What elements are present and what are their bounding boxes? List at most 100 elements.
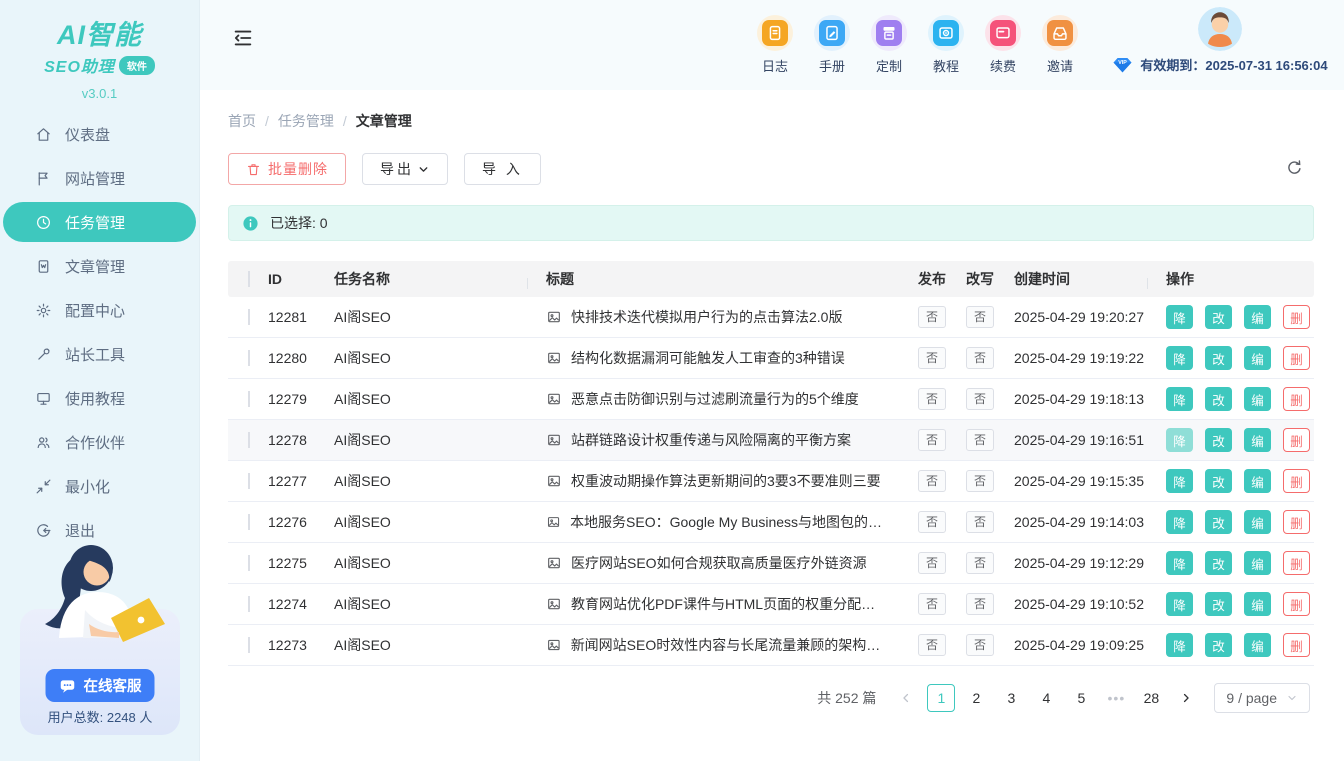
row-checkbox[interactable] [248,637,250,653]
demote-button[interactable]: 降 [1166,592,1193,616]
delete-button[interactable]: 删 [1283,592,1310,616]
pagination-prev-icon[interactable] [892,684,920,712]
demote-button[interactable]: 降 [1166,469,1193,493]
article-title[interactable]: 权重波动期操作算法更新期间的3要3不要准则三要 [571,471,881,491]
quicklink-manual[interactable]: 手册 [809,15,855,75]
sidebar-collapse-icon[interactable] [232,27,254,52]
sidebar-item-minimize[interactable]: 最小化 [3,466,196,506]
delete-button[interactable]: 删 [1283,305,1310,329]
row-checkbox[interactable] [248,432,250,448]
avatar[interactable] [1198,7,1242,51]
delete-button[interactable]: 删 [1283,510,1310,534]
cell-publish: 否 [910,429,958,451]
demote-button[interactable]: 降 [1166,633,1193,657]
online-service-button[interactable]: 在线客服 [46,669,155,702]
quicklink-invite[interactable]: 邀请 [1037,15,1083,75]
demote-button[interactable]: 降 [1166,346,1193,370]
breadcrumb-separator: / [343,113,347,129]
export-button[interactable]: 导出 [362,153,448,185]
pagination-page-2[interactable]: 2 [962,684,990,712]
row-checkbox[interactable] [248,350,250,366]
sidebar-item-articles[interactable]: 文章管理 [3,246,196,286]
breadcrumb-item-1[interactable]: 首页 [228,111,256,131]
demote-button[interactable]: 降 [1166,510,1193,534]
rewrite-button[interactable]: 改 [1205,592,1232,616]
refresh-icon[interactable] [1285,158,1304,180]
logo-line1: AI智能 [0,13,199,52]
delete-button[interactable]: 删 [1283,469,1310,493]
row-checkbox[interactable] [248,473,250,489]
batch-delete-button[interactable]: 批量删除 [228,153,346,185]
demote-button[interactable]: 降 [1166,387,1193,411]
demote-button[interactable]: 降 [1166,428,1193,452]
row-checkbox[interactable] [248,596,250,612]
demote-button[interactable]: 降 [1166,305,1193,329]
sidebar-item-tutorial[interactable]: 使用教程 [3,378,196,418]
sidebar-item-config[interactable]: 配置中心 [3,290,196,330]
rewrite-button[interactable]: 改 [1205,387,1232,411]
row-checkbox[interactable] [248,555,250,571]
edit-button[interactable]: 编 [1244,510,1271,534]
cell-id: 12275 [260,555,326,571]
article-title[interactable]: 结构化数据漏洞可能触发人工审查的3种错误 [571,348,845,368]
rewrite-button[interactable]: 改 [1205,633,1232,657]
edit-button[interactable]: 编 [1244,592,1271,616]
rewrite-button[interactable]: 改 [1205,346,1232,370]
article-title[interactable]: 快排技术迭代模拟用户行为的点击算法2.0版 [571,307,842,327]
rewrite-button[interactable]: 改 [1205,428,1232,452]
delete-button[interactable]: 删 [1283,346,1310,370]
pagination-page-3[interactable]: 3 [997,684,1025,712]
cell-operations: 降改编删 [1158,428,1314,452]
quicklink-log[interactable]: 日志 [752,15,798,75]
import-button[interactable]: 导 入 [464,153,541,185]
pagination-page-28[interactable]: 28 [1137,684,1165,712]
demote-button[interactable]: 降 [1166,551,1193,575]
quicklink-custom[interactable]: 定制 [866,15,912,75]
article-title[interactable]: 站群链路设计权重传递与风险隔离的平衡方案 [571,430,851,450]
pagination-page-5[interactable]: 5 [1067,684,1095,712]
select-all-checkbox[interactable] [248,271,250,287]
row-checkbox[interactable] [248,391,250,407]
sidebar-item-label: 仪表盘 [65,124,110,145]
edit-button[interactable]: 编 [1244,633,1271,657]
pagination-next-icon[interactable] [1172,684,1200,712]
delete-button[interactable]: 删 [1283,551,1310,575]
article-title[interactable]: 新闻网站SEO时效性内容与长尾流量兼顾的架构设计 [571,635,888,655]
sidebar-item-label: 网站管理 [65,168,125,189]
edit-button[interactable]: 编 [1244,387,1271,411]
edit-button[interactable]: 编 [1244,428,1271,452]
delete-button[interactable]: 删 [1283,428,1310,452]
sidebar-item-tools[interactable]: 站长工具 [3,334,196,374]
article-title[interactable]: 教育网站优化PDF课件与HTML页面的权重分配策略 [571,594,888,614]
vip-line: VIP 有效期到：2025-07-31 16:56:04 [1107,55,1332,74]
sidebar-item-partners[interactable]: 合作伙伴 [3,422,196,462]
rewrite-button[interactable]: 改 [1205,305,1232,329]
row-checkbox[interactable] [248,514,250,530]
edit-button[interactable]: 编 [1244,305,1271,329]
row-checkbox[interactable] [248,309,250,325]
article-title[interactable]: 医疗网站SEO如何合规获取高质量医疗外链资源 [571,553,867,573]
page-size-select[interactable]: 9 / page [1214,683,1310,713]
quicklink-renew[interactable]: 续费 [980,15,1026,75]
article-title[interactable]: 本地服务SEO：Google My Business与地图包的深度... [570,512,888,532]
pagination-page-4[interactable]: 4 [1032,684,1060,712]
delete-button[interactable]: 删 [1283,633,1310,657]
sidebar-item-dashboard[interactable]: 仪表盘 [3,114,196,154]
sidebar-item-tasks[interactable]: 任务管理 [3,202,196,242]
delete-button[interactable]: 删 [1283,387,1310,411]
rewrite-button[interactable]: 改 [1205,551,1232,575]
edit-button[interactable]: 编 [1244,469,1271,493]
quicklink-tutorial[interactable]: 教程 [923,15,969,75]
rewrite-button[interactable]: 改 [1205,469,1232,493]
rewrite-button[interactable]: 改 [1205,510,1232,534]
sidebar-item-logout[interactable]: 退出 [3,510,196,550]
sidebar-item-websites[interactable]: 网站管理 [3,158,196,198]
pagination-page-1[interactable]: 1 [927,684,955,712]
toolbar: 批量删除 导出 导 入 [228,153,1314,185]
edit-button[interactable]: 编 [1244,346,1271,370]
sidebar-item-label: 文章管理 [65,256,125,277]
breadcrumb-item-2[interactable]: 任务管理 [278,111,334,131]
publish-badge: 否 [918,593,946,615]
edit-button[interactable]: 编 [1244,551,1271,575]
article-title[interactable]: 恶意点击防御识别与过滤刷流量行为的5个维度 [571,389,859,409]
